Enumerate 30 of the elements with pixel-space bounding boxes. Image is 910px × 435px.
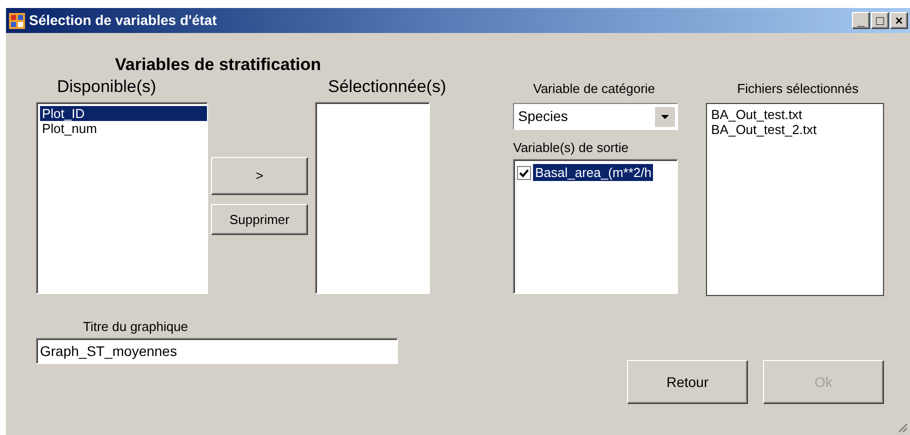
checkbox[interactable] bbox=[517, 166, 532, 180]
list-box[interactable]: Plot_ID Plot_num bbox=[36, 102, 208, 294]
dropdown-value: Species bbox=[518, 107, 568, 126]
category-dropdown[interactable]: Species bbox=[513, 103, 678, 130]
dialog-button[interactable]: Retour bbox=[627, 360, 748, 404]
list-item[interactable]: Plot_ID bbox=[40, 106, 207, 121]
list-item[interactable]: BA_Out_test.txt bbox=[710, 107, 884, 122]
list-label: Variable(s) de sortie bbox=[513, 139, 630, 157]
field-label: Titre du graphique bbox=[82, 318, 190, 336]
move-button[interactable]: Supprimer bbox=[211, 204, 308, 235]
list-label: Sélectionnée(s) bbox=[328, 77, 446, 98]
list-box[interactable] bbox=[315, 102, 430, 294]
check-icon bbox=[519, 168, 530, 178]
group-title: Variables de stratification bbox=[114, 55, 322, 76]
move-button[interactable]: > bbox=[211, 157, 308, 195]
list-label: Disponible(s) bbox=[56, 77, 158, 98]
window-control-button[interactable]: □ bbox=[871, 12, 889, 29]
app-icon bbox=[9, 12, 25, 28]
file-list-box[interactable]: BA_Out_test.txt BA_Out_test_2.txt bbox=[706, 103, 884, 296]
resize-grip-icon bbox=[896, 421, 908, 433]
checked-list-box[interactable]: Basal_area_(m**2/h bbox=[513, 159, 678, 294]
list-item[interactable]: Basal_area_(m**2/h bbox=[533, 164, 654, 181]
list-item[interactable]: BA_Out_test_2.txt bbox=[710, 122, 884, 137]
combo-label: Variable de catégorie bbox=[532, 80, 656, 98]
window-control-button[interactable]: × bbox=[890, 12, 908, 29]
list-item[interactable]: Plot_num bbox=[40, 121, 207, 136]
chart-title-field[interactable]: Graph_ST_moyennes bbox=[36, 338, 398, 364]
window-title: Sélection de variables d'état bbox=[29, 11, 217, 30]
list-label: Fichiers sélectionnés bbox=[736, 80, 860, 98]
window-control-button[interactable]: _ bbox=[852, 12, 870, 29]
